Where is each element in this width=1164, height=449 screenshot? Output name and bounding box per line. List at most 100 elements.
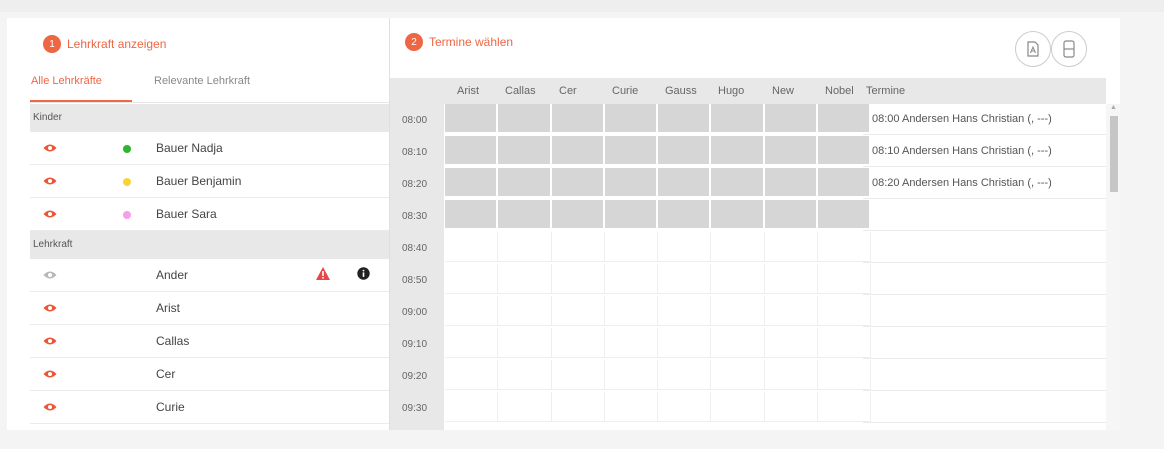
eye-icon[interactable]: [43, 368, 57, 382]
slot-cell[interactable]: [658, 328, 711, 358]
slot-cell[interactable]: [605, 136, 658, 166]
child-row[interactable]: Bauer Benjamin: [30, 165, 389, 198]
slot-cell[interactable]: [711, 232, 765, 262]
slot-cell[interactable]: [765, 232, 818, 262]
time-slot-row: 08:20 08:20 Andersen Hans Christian (, --…: [390, 168, 1106, 199]
teacher-list: Kinder Bauer Nadja Bauer Benjamin Bauer Sar…: [30, 104, 389, 424]
eye-icon[interactable]: [43, 335, 57, 349]
slot-cell[interactable]: [498, 232, 552, 262]
slot-cell[interactable]: [658, 392, 711, 422]
slot-cell[interactable]: [658, 296, 711, 326]
slot-cell[interactable]: [765, 136, 818, 166]
slot-cell[interactable]: [498, 328, 552, 358]
slot-cell[interactable]: [658, 168, 711, 198]
teacher-row[interactable]: Curie: [30, 391, 389, 424]
slot-cell[interactable]: [498, 104, 552, 134]
slot-cell[interactable]: [658, 360, 711, 390]
slot-cell[interactable]: [445, 104, 498, 134]
slot-cell[interactable]: [552, 296, 605, 326]
slot-cell[interactable]: [765, 264, 818, 294]
child-row[interactable]: Bauer Nadja: [30, 132, 389, 165]
slot-cell[interactable]: [765, 360, 818, 390]
slot-cell[interactable]: [552, 232, 605, 262]
teacher-row[interactable]: Arist: [30, 292, 389, 325]
slot-cell[interactable]: [605, 392, 658, 422]
eye-icon[interactable]: [43, 269, 57, 283]
slot-cell[interactable]: [498, 200, 552, 230]
teacher-row[interactable]: Cer: [30, 358, 389, 391]
slot-cell[interactable]: [711, 200, 765, 230]
slot-cell[interactable]: [552, 200, 605, 230]
slot-cell[interactable]: [605, 200, 658, 230]
slot-cell[interactable]: [711, 392, 765, 422]
slot-cell[interactable]: [445, 392, 498, 422]
slot-cell[interactable]: [445, 360, 498, 390]
slot-cell[interactable]: [552, 104, 605, 134]
info-icon[interactable]: [357, 267, 370, 283]
slot-cell[interactable]: [658, 136, 711, 166]
slot-cell[interactable]: [605, 328, 658, 358]
slot-cell[interactable]: [498, 136, 552, 166]
eye-icon[interactable]: [43, 175, 57, 189]
slot-cell[interactable]: [711, 264, 765, 294]
slot-cell[interactable]: [498, 168, 552, 198]
slot-cell[interactable]: [658, 264, 711, 294]
slot-cell[interactable]: [445, 232, 498, 262]
eye-icon[interactable]: [43, 208, 57, 222]
slot-cell[interactable]: [552, 392, 605, 422]
slot-cell[interactable]: [498, 392, 552, 422]
teacher-row[interactable]: Ander: [30, 259, 389, 292]
tab-all-teachers[interactable]: Alle Lehrkräfte: [30, 75, 132, 103]
slot-cell[interactable]: [658, 104, 711, 134]
slot-cell[interactable]: [711, 104, 765, 134]
child-row[interactable]: Bauer Sara: [30, 198, 389, 231]
slot-cell[interactable]: [765, 296, 818, 326]
slot-cell[interactable]: [552, 264, 605, 294]
slot-cell[interactable]: [445, 296, 498, 326]
slot-cell[interactable]: [498, 360, 552, 390]
slot-cell[interactable]: [445, 168, 498, 198]
appointment-cell[interactable]: 08:00 Andersen Hans Christian (, ---): [863, 104, 1106, 135]
slot-cell[interactable]: [765, 392, 818, 422]
pdf-export-button[interactable]: [1015, 31, 1051, 67]
slot-cell[interactable]: [658, 232, 711, 262]
slot-cell[interactable]: [552, 136, 605, 166]
scrollbar[interactable]: ▲: [1106, 104, 1120, 430]
slot-cell[interactable]: [765, 200, 818, 230]
appointment-cell[interactable]: 08:20 Andersen Hans Christian (, ---): [863, 168, 1106, 199]
slot-cell[interactable]: [711, 296, 765, 326]
slot-cell[interactable]: [445, 328, 498, 358]
scroll-up-icon[interactable]: ▲: [1110, 104, 1117, 111]
slot-cell[interactable]: [498, 296, 552, 326]
slot-cell[interactable]: [552, 168, 605, 198]
slot-cell[interactable]: [765, 104, 818, 134]
slot-cell[interactable]: [605, 168, 658, 198]
slot-cell[interactable]: [605, 360, 658, 390]
slot-cell[interactable]: [445, 136, 498, 166]
slot-cell[interactable]: [658, 200, 711, 230]
scrollbar-thumb[interactable]: [1110, 116, 1118, 192]
slot-cell[interactable]: [498, 264, 552, 294]
print-button[interactable]: [1051, 31, 1087, 67]
eye-icon[interactable]: [43, 401, 57, 415]
slot-cell[interactable]: [605, 232, 658, 262]
slot-cell[interactable]: [445, 200, 498, 230]
slot-cell[interactable]: [765, 168, 818, 198]
slot-cell[interactable]: [605, 264, 658, 294]
eye-icon[interactable]: [43, 302, 57, 316]
teacher-row[interactable]: Callas: [30, 325, 389, 358]
slot-cell[interactable]: [711, 168, 765, 198]
warning-icon[interactable]: [315, 266, 331, 284]
slot-cell[interactable]: [765, 328, 818, 358]
appointment-cell[interactable]: 08:10 Andersen Hans Christian (, ---): [863, 136, 1106, 167]
slot-cell[interactable]: [711, 328, 765, 358]
slot-cell[interactable]: [445, 264, 498, 294]
slot-cell[interactable]: [711, 136, 765, 166]
slot-cell[interactable]: [605, 296, 658, 326]
eye-icon[interactable]: [43, 142, 57, 156]
slot-cell[interactable]: [552, 328, 605, 358]
tab-relevant-teacher[interactable]: Relevante Lehrkraft: [154, 75, 250, 103]
slot-cell[interactable]: [711, 360, 765, 390]
slot-cell[interactable]: [605, 104, 658, 134]
slot-cell[interactable]: [552, 360, 605, 390]
